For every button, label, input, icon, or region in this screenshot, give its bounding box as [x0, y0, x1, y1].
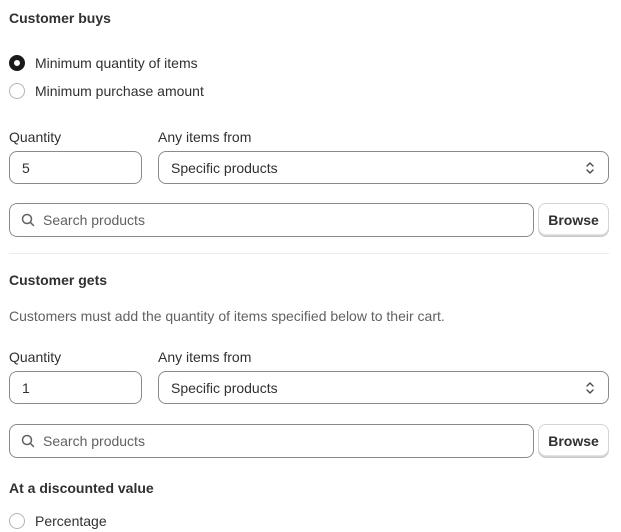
- buys-items-from-select[interactable]: Specific products: [158, 151, 609, 184]
- radio-min-quantity[interactable]: [9, 55, 25, 71]
- gets-browse-label: Browse: [548, 432, 599, 449]
- discount-title: At a discounted value: [9, 480, 154, 496]
- buys-quantity-input[interactable]: 5: [9, 151, 142, 184]
- discount-option-percentage[interactable]: Percentage: [9, 510, 609, 532]
- gets-items-from-select[interactable]: Specific products: [158, 371, 609, 404]
- buys-option-min-quantity[interactable]: Minimum quantity of items: [9, 52, 609, 74]
- radio-min-amount-label: Minimum purchase amount: [35, 83, 204, 99]
- buys-option-min-amount[interactable]: Minimum purchase amount: [9, 80, 609, 102]
- section-divider: [9, 253, 609, 254]
- customer-buys-heading: Customer buys: [9, 10, 609, 26]
- radio-min-amount[interactable]: [9, 83, 25, 99]
- gets-search-placeholder: Search products: [43, 433, 145, 449]
- gets-quantity-label: Quantity: [9, 349, 62, 365]
- gets-items-from-value: Specific products: [171, 379, 278, 396]
- buys-search-placeholder: Search products: [43, 212, 145, 228]
- customer-gets-description: Customers must add the quantity of items…: [9, 308, 445, 324]
- gets-browse-button[interactable]: Browse: [538, 424, 609, 457]
- customer-gets-heading: Customer gets: [9, 272, 609, 288]
- buys-items-from-label: Any items from: [158, 129, 252, 145]
- discount-heading: At a discounted value: [9, 480, 609, 496]
- chevron-up-down-icon: [584, 381, 596, 395]
- search-icon: [21, 213, 35, 227]
- customer-gets-title: Customer gets: [9, 272, 108, 288]
- gets-search-input[interactable]: Search products: [9, 424, 534, 458]
- chevron-up-down-icon: [584, 161, 596, 175]
- buys-quantity-label: Quantity: [9, 129, 62, 145]
- buys-items-from-value: Specific products: [171, 159, 278, 176]
- buys-search-input[interactable]: Search products: [9, 203, 534, 237]
- buys-browse-button[interactable]: Browse: [538, 203, 609, 236]
- radio-percentage[interactable]: [9, 513, 25, 529]
- radio-min-quantity-label: Minimum quantity of items: [35, 55, 198, 71]
- gets-quantity-input[interactable]: 1: [9, 371, 142, 404]
- customer-buys-title: Customer buys: [9, 10, 111, 26]
- gets-items-from-label: Any items from: [158, 349, 252, 365]
- buys-quantity-value: 5: [22, 159, 30, 176]
- gets-quantity-value: 1: [22, 379, 30, 396]
- buys-browse-label: Browse: [548, 211, 599, 228]
- radio-percentage-label: Percentage: [35, 513, 107, 529]
- search-icon: [21, 434, 35, 448]
